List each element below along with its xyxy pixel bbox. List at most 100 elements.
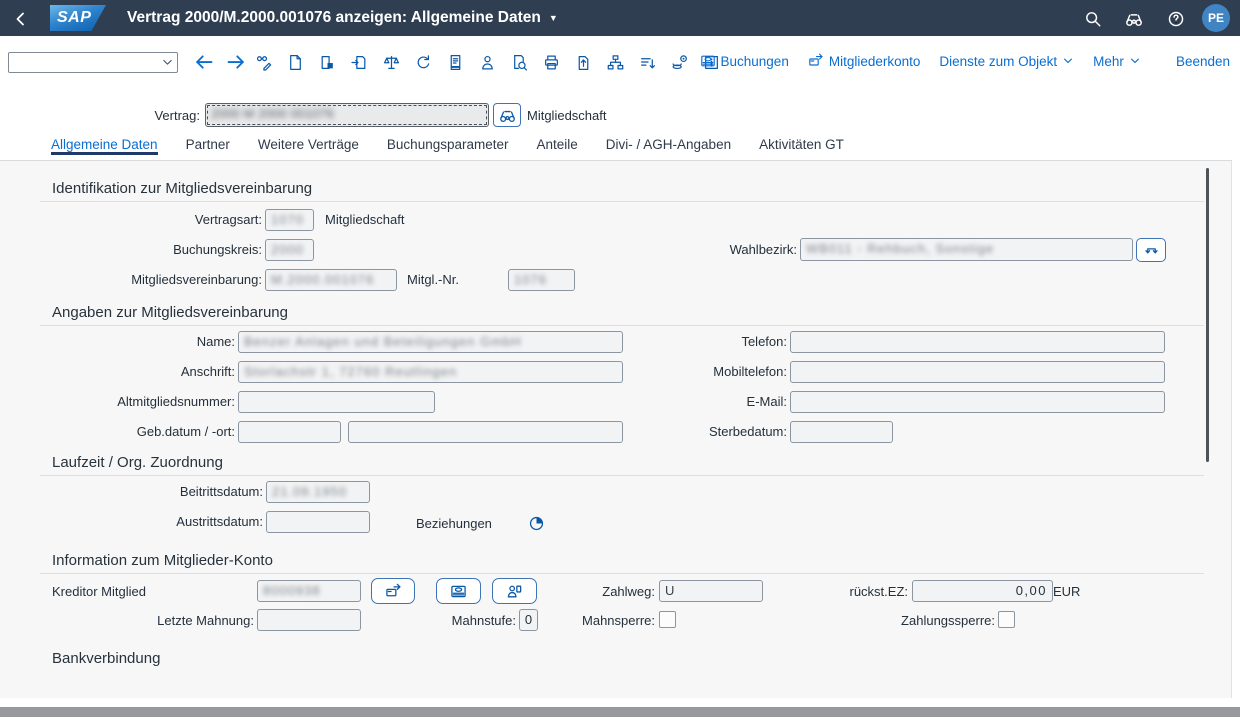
email-field[interactable]	[790, 391, 1165, 413]
vertrag-display-button[interactable]	[493, 103, 521, 127]
kreditor-konto-anzeigen-button[interactable]	[371, 578, 415, 604]
mitgl-nr-field[interactable]: 1076	[508, 269, 575, 291]
wahlbezirk-field[interactable]: WB011 - Rehbuch, Sonstige	[800, 238, 1133, 261]
divider	[40, 573, 1204, 574]
export-icon	[575, 54, 592, 71]
altmitgliedsnummer-field[interactable]	[238, 391, 435, 413]
person-time-button[interactable]	[476, 50, 499, 74]
section-title-identifikation: Identifikation zur Mitgliedsvereinbarung	[52, 180, 312, 197]
copy-icon	[319, 54, 336, 71]
sort-icon	[639, 54, 656, 71]
doc-search-button[interactable]	[508, 50, 531, 74]
shell-bar: SAP Vertrag 2000/M.2000.001076 anzeigen:…	[0, 0, 1240, 36]
mahnstufe-field[interactable]: 0	[519, 609, 538, 631]
tab-buchungsparameter[interactable]: Buchungsparameter	[387, 131, 509, 155]
create-button[interactable]	[284, 50, 307, 74]
buchungen-button-label: Buchungen	[721, 54, 789, 69]
command-field[interactable]	[8, 52, 178, 73]
letzte-mahnung-field[interactable]	[257, 609, 361, 631]
mitgliederkonto-button[interactable]: Mitgliederkonto	[808, 53, 921, 69]
rueckst-ez-label: rückst.EZ:	[808, 584, 908, 599]
user-avatar[interactable]: PE	[1202, 4, 1230, 32]
tab-aktivitäten-gt[interactable]: Aktivitäten GT	[759, 131, 844, 155]
tab-partner[interactable]: Partner	[186, 131, 230, 155]
copy-from-button[interactable]	[348, 50, 371, 74]
mitgl-nr-label: Mitgl.-Nr.	[407, 272, 459, 287]
document-button[interactable]	[444, 50, 467, 74]
sap-gui-window: SAP Vertrag 2000/M.2000.001076 anzeigen:…	[0, 0, 1240, 723]
zahlungssperre-checkbox[interactable]	[998, 611, 1015, 628]
sterbedatum-field[interactable]	[790, 421, 893, 443]
wahlbezirk-value: WB011 - Rehbuch, Sonstige	[806, 241, 994, 257]
navigate-forward-button[interactable]	[224, 50, 248, 74]
navigate-back-button[interactable]	[192, 50, 216, 74]
kreditor-stammdaten-button[interactable]	[492, 578, 537, 604]
beitrittsdatum-field[interactable]: 21.09.1950	[266, 481, 370, 503]
wahlbezirk-overview-button[interactable]	[1136, 238, 1166, 262]
mehr-button[interactable]: Mehr	[1093, 54, 1141, 69]
telefon-label: Telefon:	[587, 334, 787, 349]
beenden-button[interactable]: Beenden	[1176, 54, 1230, 69]
scales-icon	[383, 54, 400, 71]
tab-allgemeine-daten[interactable]: Allgemeine Daten	[51, 131, 158, 155]
tab-divi-agh-angaben[interactable]: Divi- / AGH-Angaben	[606, 131, 731, 155]
mahnsperre-checkbox[interactable]	[659, 611, 676, 628]
document-icon	[447, 54, 464, 71]
mobiltelefon-field[interactable]	[790, 361, 1165, 383]
tab-weitere-verträge[interactable]: Weitere Verträge	[258, 131, 359, 155]
export-button[interactable]	[572, 50, 595, 74]
buchungskreis-field[interactable]: 2000	[265, 239, 314, 261]
dienste-zum-objekt-button[interactable]: Dienste zum Objekt	[939, 54, 1074, 69]
help-button[interactable]	[1166, 9, 1186, 29]
back-arrow-icon	[194, 52, 214, 72]
divider	[40, 475, 1204, 476]
back-button[interactable]	[10, 8, 32, 30]
card-arrow-icon	[808, 53, 824, 69]
search-button[interactable]	[1083, 9, 1103, 29]
binoculars-button[interactable]	[1124, 9, 1144, 29]
vertical-scrollbar[interactable]	[1206, 168, 1209, 462]
zahlweg-label: Zahlweg:	[555, 584, 655, 599]
geb-ort-field[interactable]	[348, 421, 623, 443]
telefon-field[interactable]	[790, 331, 1165, 353]
hierarchy-button[interactable]	[604, 50, 627, 74]
display-change-button[interactable]	[252, 50, 275, 74]
scales-button[interactable]	[380, 50, 403, 74]
austrittsdatum-field[interactable]	[266, 511, 370, 533]
mitgliedsvereinbarung-field[interactable]: M.2000.001076	[265, 269, 397, 291]
pie-icon	[528, 515, 545, 532]
print-button[interactable]	[540, 50, 563, 74]
kreditor-field[interactable]: 8000938	[257, 580, 361, 602]
vertrag-field[interactable]: 2000 M 2000 001076	[205, 103, 489, 127]
vertrag-label: Vertrag:	[120, 108, 200, 123]
vertragsart-field[interactable]: 1070	[265, 209, 314, 231]
anschrift-field[interactable]: Storlachstr 1, 72760 Reutlingen	[238, 361, 623, 383]
kreditor-buchungen-button[interactable]	[436, 578, 481, 604]
vertrag-value: 2000 M 2000 001076	[211, 106, 334, 122]
geb-datum-field[interactable]	[238, 421, 341, 443]
name-field[interactable]: Benzer Anlagen und Beteiligungen GmbH	[238, 331, 623, 353]
zahlweg-field[interactable]: U	[659, 580, 763, 602]
tab-anteile[interactable]: Anteile	[537, 131, 578, 155]
beziehungen-label: Beziehungen	[416, 516, 492, 531]
window-title[interactable]: Vertrag 2000/M.2000.001076 anzeigen: All…	[127, 0, 558, 36]
horizontal-scrollbar[interactable]	[0, 707, 1240, 717]
hierarchy-icon	[607, 54, 624, 71]
rueckst-ez-field[interactable]: 0,00	[912, 580, 1053, 602]
sort-button[interactable]	[636, 50, 659, 74]
coins-view-button[interactable]	[668, 50, 691, 74]
rueckst-ez-value: 0,00	[1016, 583, 1047, 599]
content-panel: Identifikation zur Mitgliedsvereinbarung…	[0, 161, 1232, 698]
toolbar-icon-group	[252, 50, 723, 74]
beziehungen-button[interactable]	[528, 515, 545, 532]
copy-button[interactable]	[316, 50, 339, 74]
create-icon	[287, 54, 304, 71]
buchungskreis-label: Buchungskreis:	[62, 242, 262, 257]
refresh-button[interactable]	[412, 50, 435, 74]
mahnsperre-label: Mahnsperre:	[555, 613, 655, 628]
application-toolbar: Buchungen Mitgliederkonto Dienste zum Obje…	[0, 36, 1240, 84]
mitgliedschaft-label: Mitgliedschaft	[527, 108, 606, 123]
mitgl-nr-value: 1076	[514, 272, 547, 288]
kreditor-value: 8000938	[263, 583, 321, 599]
buchungen-button[interactable]: Buchungen	[700, 53, 789, 69]
